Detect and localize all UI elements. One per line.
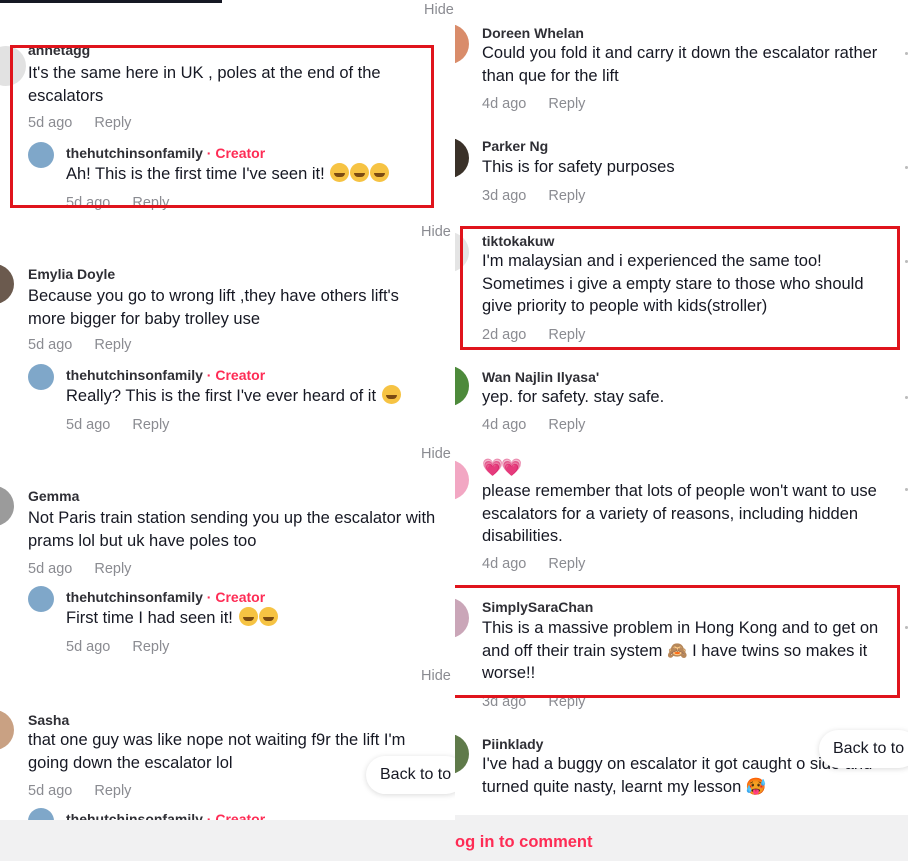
reply-button[interactable]: Reply xyxy=(548,417,585,433)
hide-replies-button[interactable]: Hide xyxy=(421,668,451,684)
login-to-comment-link[interactable]: og in to comment xyxy=(455,833,593,852)
avatar[interactable] xyxy=(0,264,14,304)
avatar[interactable] xyxy=(0,710,14,750)
comment-meta: 5d ago Reply xyxy=(28,337,153,353)
comment-meta: 4d ago Reply xyxy=(482,417,607,433)
highlight-box xyxy=(460,226,900,350)
highlight-box xyxy=(455,585,900,698)
reply-text: Really? This is the first I've ever hear… xyxy=(66,385,446,408)
avatar[interactable] xyxy=(455,460,469,500)
back-to-top-button[interactable]: Back to to xyxy=(366,756,455,794)
creator-badge: · Creator xyxy=(206,367,266,383)
sweat-smile-emoji-icon xyxy=(238,607,258,626)
tab-indicator xyxy=(0,0,222,3)
comment-username[interactable]: Gemma xyxy=(28,488,79,504)
sweat-smile-emoji-icon xyxy=(258,607,278,626)
creator-avatar[interactable] xyxy=(28,364,54,390)
comment-text: This is for safety purposes xyxy=(482,158,675,176)
login-bar: og in to comment xyxy=(455,815,908,861)
comment-username[interactable]: Sasha xyxy=(28,712,69,728)
reply-username[interactable]: thehutchinsonfamily · Creator xyxy=(66,589,265,605)
reply-username-text[interactable]: thehutchinsonfamily xyxy=(66,367,203,383)
comment-meta: 4d ago Reply xyxy=(482,556,607,572)
reply-button[interactable]: Reply xyxy=(94,561,131,577)
comment-meta: 3d ago Reply xyxy=(482,188,607,204)
reply-button[interactable]: Reply xyxy=(548,188,585,204)
sweat-smile-emoji-icon xyxy=(381,385,401,404)
comment-age: 5d ago xyxy=(28,783,73,799)
comment-text: please remember that lots of people won'… xyxy=(482,482,877,545)
avatar[interactable] xyxy=(455,24,469,64)
comment-username[interactable]: Parker Ng xyxy=(482,138,548,154)
comment-text: Because you go to wrong lift ,they have … xyxy=(28,287,399,328)
comment-meta: 5d ago Reply xyxy=(28,561,153,577)
reply-username-text[interactable]: thehutchinsonfamily xyxy=(66,589,203,605)
reply-text: First time I had seen it! xyxy=(66,607,446,630)
comment-username[interactable]: Doreen Whelan xyxy=(482,25,584,41)
right-comments-panel: Doreen Whelan Could you fold it and carr… xyxy=(455,0,908,861)
comment-age: 4d ago xyxy=(482,556,527,572)
reply-button[interactable]: Reply xyxy=(548,96,585,112)
back-to-top-button[interactable]: Back to to xyxy=(819,730,908,768)
reply-meta: 5d ago Reply xyxy=(66,417,191,433)
comment-text: Not Paris train station sending you up t… xyxy=(28,509,436,550)
reply-button[interactable]: Reply xyxy=(548,556,585,572)
reply-meta: 5d ago Reply xyxy=(66,639,191,655)
comment-text: yep. for safety. stay safe. xyxy=(482,388,665,406)
comment-username[interactable]: Piinklady xyxy=(482,736,543,752)
creator-avatar[interactable] xyxy=(28,586,54,612)
highlight-box xyxy=(10,45,434,208)
avatar[interactable] xyxy=(0,486,14,526)
creator-badge: · Creator xyxy=(206,589,266,605)
comment-age: 3d ago xyxy=(482,188,527,204)
reply-button[interactable]: Reply xyxy=(132,639,169,655)
avatar[interactable] xyxy=(455,734,469,774)
reply-age: 5d ago xyxy=(66,639,111,655)
comment-meta: 5d ago Reply xyxy=(28,783,153,799)
comment-text: Could you fold it and carry it down the … xyxy=(482,44,878,85)
hide-replies-button[interactable]: Hide xyxy=(424,2,454,18)
hide-replies-button[interactable]: Hide xyxy=(421,446,451,462)
comment-age: 4d ago xyxy=(482,417,527,433)
avatar[interactable] xyxy=(455,366,469,406)
reply-button[interactable]: Reply xyxy=(94,337,131,353)
comment-username[interactable]: 💗💗 xyxy=(482,458,522,478)
reply-username[interactable]: thehutchinsonfamily · Creator xyxy=(66,367,265,383)
left-comments-panel: Hide annetagg It's the same here in UK ,… xyxy=(0,0,455,861)
left-footer-bar xyxy=(0,820,455,861)
reply-text-body: First time I had seen it! xyxy=(66,609,233,627)
reply-text-body: Really? This is the first I've ever hear… xyxy=(66,387,377,405)
comment-meta: 4d ago Reply xyxy=(482,96,607,112)
hide-replies-button[interactable]: Hide xyxy=(421,224,451,240)
comment-age: 5d ago xyxy=(28,561,73,577)
comment-username[interactable]: Wan Najlin Ilyasa' xyxy=(482,369,599,385)
reply-button[interactable]: Reply xyxy=(94,783,131,799)
reply-age: 5d ago xyxy=(66,417,111,433)
comment-username[interactable]: Emylia Doyle xyxy=(28,266,115,282)
reply-button[interactable]: Reply xyxy=(132,417,169,433)
comment-age: 4d ago xyxy=(482,96,527,112)
avatar[interactable] xyxy=(455,138,469,178)
comment-age: 5d ago xyxy=(28,337,73,353)
